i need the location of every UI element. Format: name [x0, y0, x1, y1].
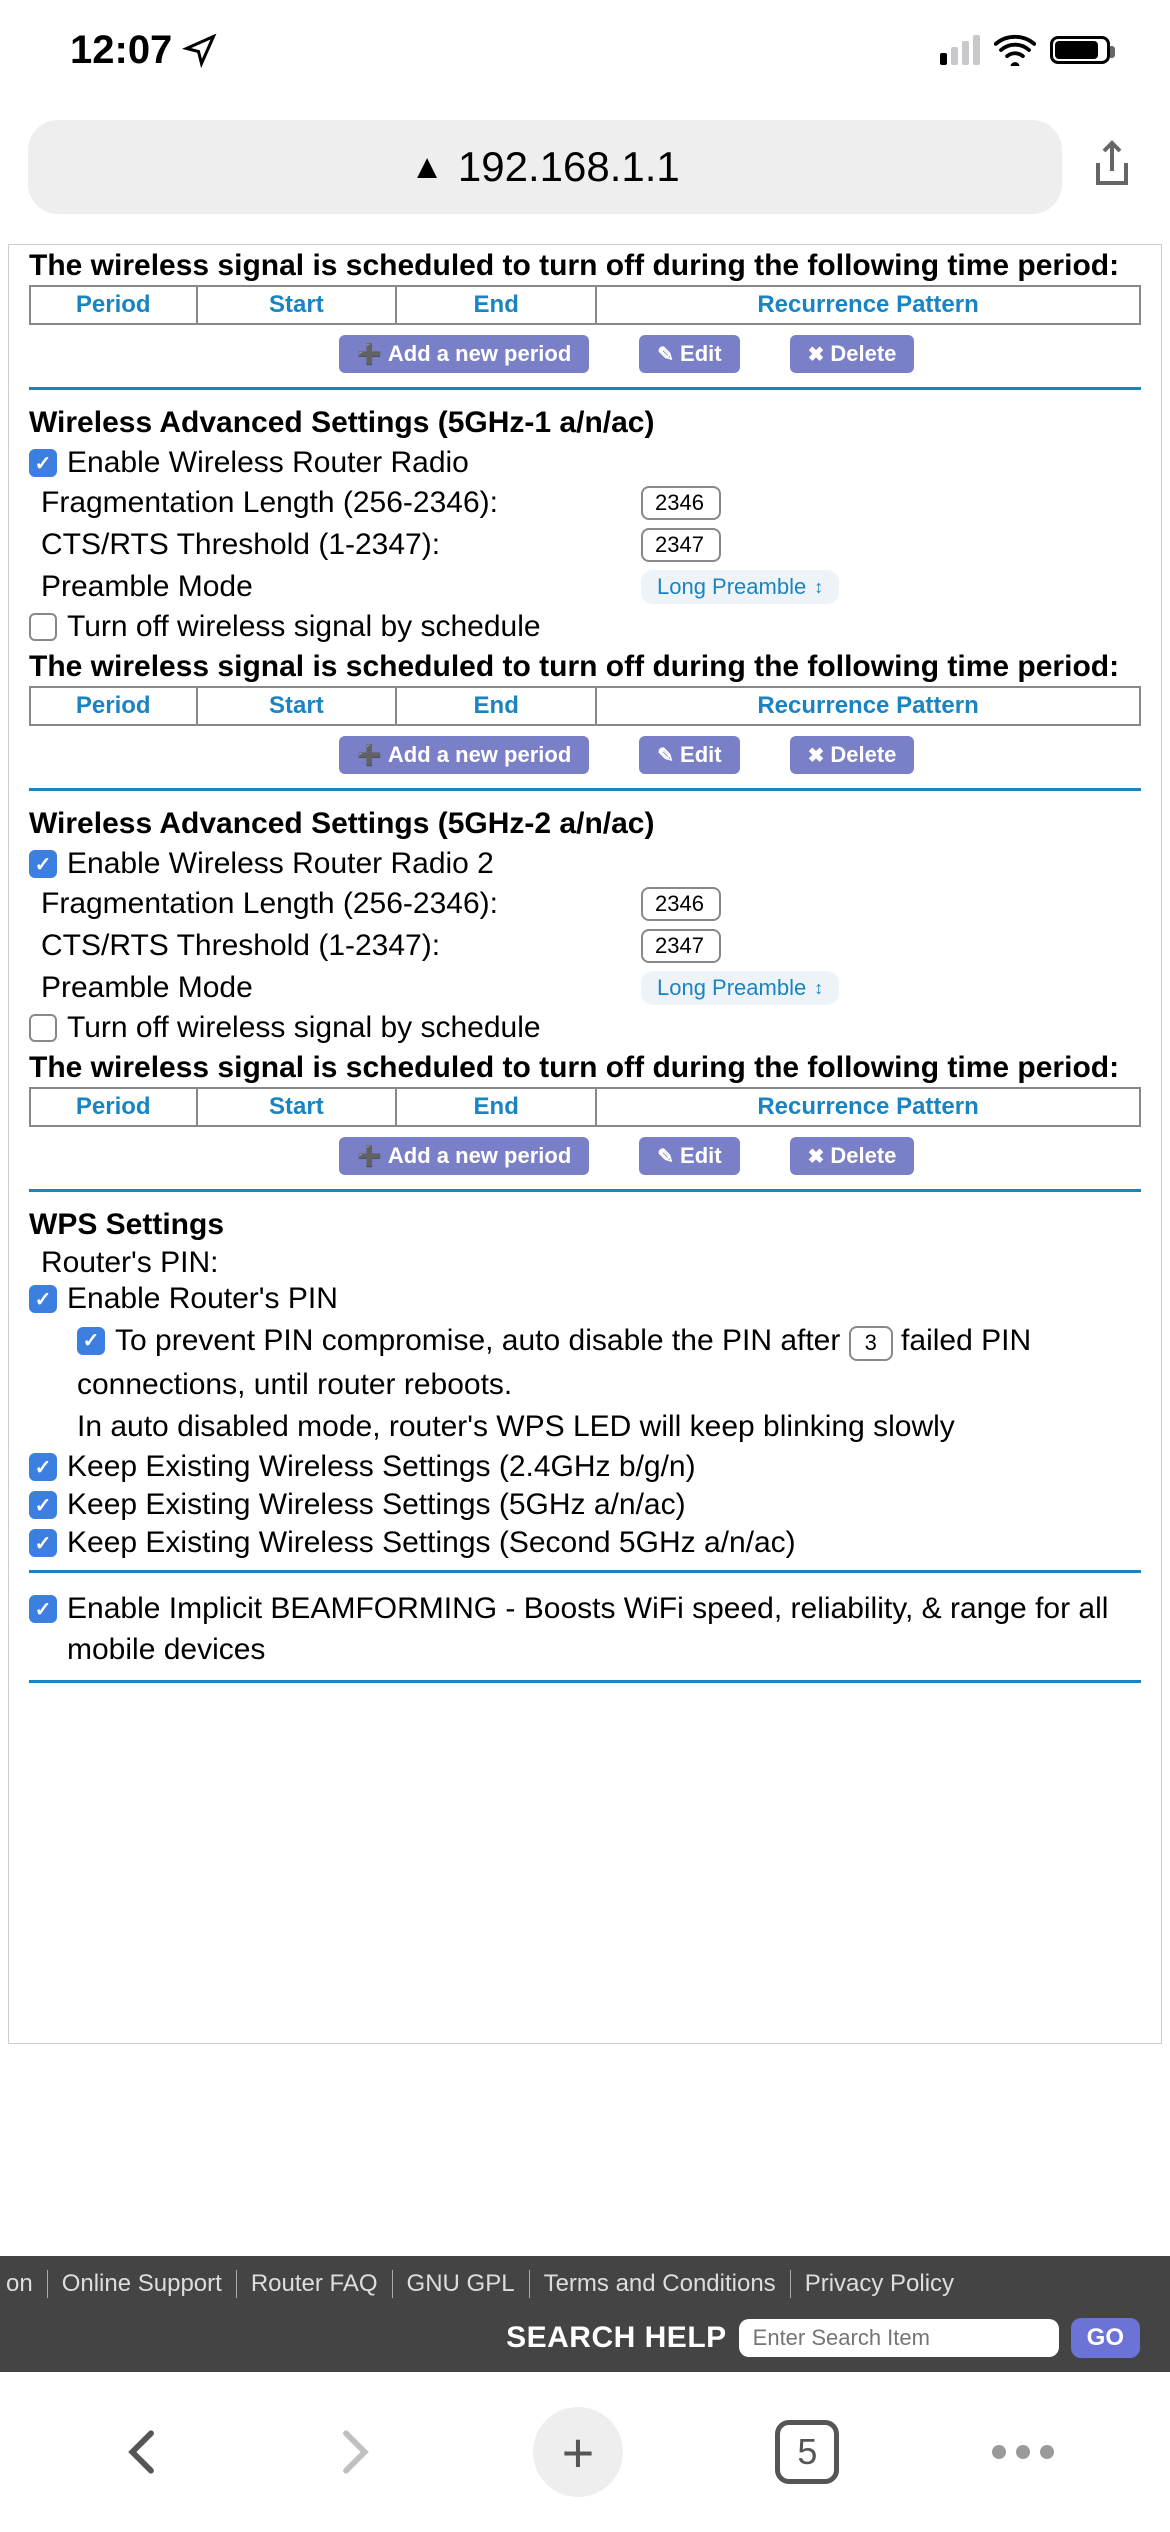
plus-icon: ➕ — [357, 743, 382, 768]
cellular-icon — [940, 35, 980, 65]
add-period-button[interactable]: ➕Add a new period — [339, 1137, 589, 1175]
router-pin-label: Router's PIN: — [29, 1246, 1141, 1280]
auto-disable-text: To prevent PIN compromise, auto disable … — [115, 1320, 1031, 1362]
insecure-icon: ▲ — [410, 148, 444, 187]
turnoff-schedule-checkbox[interactable] — [29, 613, 57, 641]
add-period-button[interactable]: ➕Add a new period — [339, 335, 589, 373]
keep-5b-checkbox[interactable]: ✓ — [29, 1529, 57, 1557]
cts-input[interactable]: 2347 — [641, 528, 721, 562]
schedule-heading: The wireless signal is scheduled to turn… — [29, 1047, 1141, 1087]
footer-link[interactable]: Privacy Policy — [791, 2270, 968, 2298]
chevron-updown-icon: ↕ — [814, 577, 823, 598]
enable-pin-label: Enable Router's PIN — [67, 1282, 338, 1316]
keep-5b-label: Keep Existing Wireless Settings (Second … — [67, 1526, 796, 1560]
preamble-label: Preamble Mode — [41, 971, 641, 1005]
schedule-heading: The wireless signal is scheduled to turn… — [29, 245, 1141, 285]
col-recurrence: Recurrence Pattern — [596, 286, 1140, 324]
auto-disable-line3: In auto disabled mode, router's WPS LED … — [77, 1406, 1141, 1448]
schedule-table: Period Start End Recurrence Pattern — [29, 1087, 1141, 1127]
search-go-button[interactable]: GO — [1071, 2318, 1140, 2358]
enable-radio2-label: Enable Wireless Router Radio 2 — [67, 847, 494, 881]
footer-link[interactable]: GNU GPL — [393, 2270, 530, 2298]
cts-label: CTS/RTS Threshold (1-2347): — [41, 528, 641, 562]
frag-label: Fragmentation Length (256-2346): — [41, 486, 641, 520]
pencil-icon: ✎ — [657, 1144, 674, 1169]
col-end: End — [396, 286, 596, 324]
wifi-icon — [994, 34, 1036, 66]
cts-label: CTS/RTS Threshold (1-2347): — [41, 929, 641, 963]
delete-button[interactable]: ✖Delete — [790, 1137, 915, 1175]
footer-link[interactable]: Router FAQ — [237, 2270, 393, 2298]
more-icon — [992, 2445, 1054, 2459]
enable-radio-checkbox[interactable]: ✓ — [29, 449, 57, 477]
auto-disable-pin-checkbox[interactable]: ✓ — [77, 1327, 105, 1355]
schedule-table: Period Start End Recurrence Pattern — [29, 285, 1141, 325]
back-button[interactable] — [116, 2424, 172, 2480]
plus-icon: ➕ — [357, 1144, 382, 1169]
footer-link[interactable]: on — [0, 2270, 48, 2298]
plus-icon: ➕ — [357, 342, 382, 367]
wps-title: WPS Settings — [29, 1206, 1141, 1246]
share-button[interactable] — [1082, 139, 1142, 195]
plus-icon: + — [533, 2407, 623, 2497]
edit-button[interactable]: ✎Edit — [639, 1137, 739, 1175]
col-start: Start — [197, 286, 397, 324]
tabs-button[interactable]: 5 — [775, 2420, 839, 2484]
delete-button[interactable]: ✖Delete — [790, 335, 915, 373]
beamforming-checkbox[interactable]: ✓ — [29, 1595, 57, 1623]
turnoff-label: Turn off wireless signal by schedule — [67, 610, 541, 644]
chevron-updown-icon: ↕ — [814, 978, 823, 999]
edit-button[interactable]: ✎Edit — [639, 335, 739, 373]
x-icon: ✖ — [808, 1144, 825, 1169]
schedule-heading: The wireless signal is scheduled to turn… — [29, 646, 1141, 686]
footer-link[interactable]: Online Support — [48, 2270, 237, 2298]
menu-button[interactable] — [992, 2445, 1054, 2459]
schedule-table: Period Start End Recurrence Pattern — [29, 686, 1141, 726]
frag-label: Fragmentation Length (256-2346): — [41, 887, 641, 921]
pencil-icon: ✎ — [657, 743, 674, 768]
location-icon — [182, 32, 218, 68]
preamble-select[interactable]: Long Preamble↕ — [641, 971, 839, 1005]
footer-link[interactable]: Terms and Conditions — [530, 2270, 791, 2298]
keep-5-checkbox[interactable]: ✓ — [29, 1491, 57, 1519]
search-help-input[interactable] — [739, 2319, 1059, 2357]
search-help-label: SEARCH HELP — [506, 2321, 727, 2355]
keep-5-label: Keep Existing Wireless Settings (5GHz a/… — [67, 1488, 686, 1522]
battery-icon — [1050, 36, 1110, 64]
page-footer: on Online Support Router FAQ GNU GPL Ter… — [0, 2256, 1170, 2372]
x-icon: ✖ — [808, 342, 825, 367]
tab-count: 5 — [775, 2420, 839, 2484]
browser-toolbar: + 5 — [0, 2372, 1170, 2532]
keep-24-checkbox[interactable]: ✓ — [29, 1453, 57, 1481]
delete-button[interactable]: ✖Delete — [790, 736, 915, 774]
frag-input[interactable]: 2346 — [641, 887, 721, 921]
enable-radio2-checkbox[interactable]: ✓ — [29, 850, 57, 878]
enable-radio-label: Enable Wireless Router Radio — [67, 446, 469, 480]
auto-disable-line2: connections, until router reboots. — [77, 1364, 1141, 1406]
footer-links: on Online Support Router FAQ GNU GPL Ter… — [0, 2270, 1170, 2318]
turnoff-schedule-checkbox[interactable] — [29, 1014, 57, 1042]
edit-button[interactable]: ✎Edit — [639, 736, 739, 774]
preamble-label: Preamble Mode — [41, 570, 641, 604]
address-bar[interactable]: ▲ 192.168.1.1 — [28, 120, 1062, 214]
status-time: 12:07 — [70, 28, 172, 73]
section-title-5ghz2: Wireless Advanced Settings (5GHz-2 a/n/a… — [29, 805, 1141, 845]
pencil-icon: ✎ — [657, 342, 674, 367]
keep-24-label: Keep Existing Wireless Settings (2.4GHz … — [67, 1450, 696, 1484]
preamble-select[interactable]: Long Preamble↕ — [641, 570, 839, 604]
add-period-button[interactable]: ➕Add a new period — [339, 736, 589, 774]
new-tab-button[interactable]: + — [533, 2407, 623, 2497]
beamforming-label: Enable Implicit BEAMFORMING - Boosts WiF… — [67, 1589, 1141, 1670]
frag-input[interactable]: 2346 — [641, 486, 721, 520]
status-bar: 12:07 — [0, 0, 1170, 100]
section-title-5ghz1: Wireless Advanced Settings (5GHz-1 a/n/a… — [29, 404, 1141, 444]
col-period: Period — [30, 286, 197, 324]
address-text: 192.168.1.1 — [458, 143, 680, 191]
failed-pin-input[interactable]: 3 — [849, 1326, 893, 1361]
forward-button[interactable] — [325, 2424, 381, 2480]
turnoff-label: Turn off wireless signal by schedule — [67, 1011, 541, 1045]
x-icon: ✖ — [808, 743, 825, 768]
cts-input[interactable]: 2347 — [641, 929, 721, 963]
enable-pin-checkbox[interactable]: ✓ — [29, 1285, 57, 1313]
